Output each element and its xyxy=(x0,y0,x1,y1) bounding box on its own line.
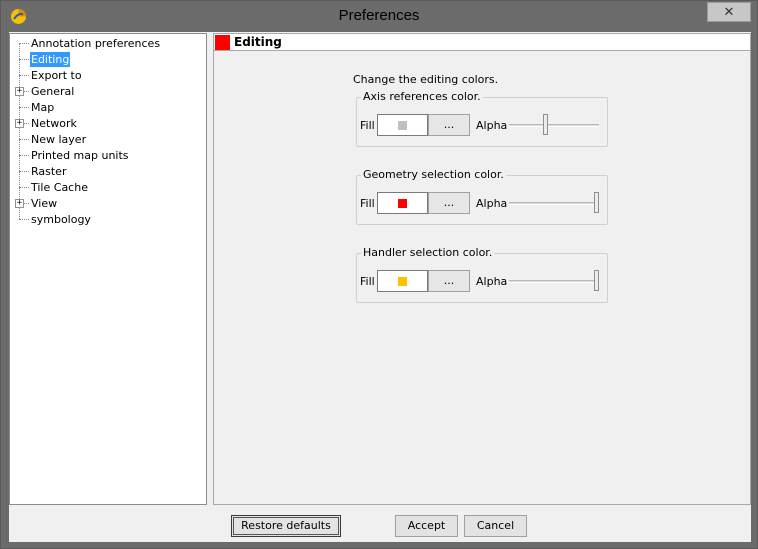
tree-connector xyxy=(19,107,29,108)
alpha-slider[interactable] xyxy=(509,280,599,283)
color-group: Geometry selection color. Fill... Alpha xyxy=(356,168,608,225)
color-preview xyxy=(398,121,407,130)
tree-connector xyxy=(19,59,29,60)
preference-page: Editing Change the editing colors. Axis … xyxy=(213,33,751,505)
tree-item[interactable]: Raster xyxy=(10,164,206,180)
tree-item-label: Map xyxy=(31,101,55,114)
group-title: Geometry selection color. xyxy=(361,168,506,181)
alpha-slider-thumb[interactable] xyxy=(543,114,548,135)
tree-item-label: Export to xyxy=(31,69,82,82)
tree-connector xyxy=(19,187,29,188)
color-group: Axis references color. Fill... Alpha xyxy=(356,90,608,147)
tree-item-label: New layer xyxy=(31,133,87,146)
alpha-label: Alpha xyxy=(476,275,508,288)
tree-item-label: View xyxy=(31,197,58,210)
window-title: Preferences xyxy=(338,7,420,24)
tree-item[interactable]: Editing xyxy=(10,52,206,68)
tree-item-label: symbology xyxy=(31,213,91,226)
close-button[interactable]: ✕ xyxy=(707,2,751,22)
alpha-label: Alpha xyxy=(476,197,508,210)
preferences-tree[interactable]: Annotation preferences Editing Export to + G… xyxy=(9,33,207,505)
fill-color-swatch[interactable] xyxy=(377,114,428,136)
dialog-body: Annotation preferences Editing Export to + G… xyxy=(9,32,751,542)
tree-connector xyxy=(19,155,29,156)
title-bar[interactable]: Preferences ✕ xyxy=(1,1,757,32)
color-preview xyxy=(398,277,407,286)
restore-defaults-button[interactable]: Restore defaults xyxy=(231,515,341,537)
expand-icon[interactable]: + xyxy=(15,119,24,128)
tree-connector xyxy=(19,171,29,172)
alpha-slider[interactable] xyxy=(509,124,599,127)
tree-item-label: Printed map units xyxy=(31,149,129,162)
accept-button[interactable]: Accept xyxy=(395,515,458,537)
alpha-slider-thumb[interactable] xyxy=(594,270,599,291)
fill-label: Fill xyxy=(360,275,375,288)
color-preview xyxy=(398,199,407,208)
choose-color-button[interactable]: ... xyxy=(428,270,470,292)
tree-connector xyxy=(19,139,29,140)
tree-item[interactable]: + Network xyxy=(10,116,206,132)
group-title: Handler selection color. xyxy=(361,246,495,259)
page-header: Editing xyxy=(214,34,750,51)
alpha-slider[interactable] xyxy=(509,202,599,205)
tree-item[interactable]: Printed map units xyxy=(10,148,206,164)
tree-item-label: Network xyxy=(31,117,77,130)
tree-connector xyxy=(19,43,29,44)
fill-label: Fill xyxy=(360,197,375,210)
tree-item[interactable]: Export to xyxy=(10,68,206,84)
fill-color-swatch[interactable] xyxy=(377,192,428,214)
tree-item[interactable]: Annotation preferences xyxy=(10,36,206,52)
alpha-slider-thumb[interactable] xyxy=(594,192,599,213)
tree-connector xyxy=(19,219,29,220)
instructions-text: Change the editing colors. xyxy=(353,73,499,86)
page-header-color-icon xyxy=(215,35,230,50)
tree-item-label: General xyxy=(31,85,75,98)
choose-color-button[interactable]: ... xyxy=(428,114,470,136)
tree-item[interactable]: + View xyxy=(10,196,206,212)
cancel-button[interactable]: Cancel xyxy=(464,515,527,537)
group-title: Axis references color. xyxy=(361,90,483,103)
tree-item[interactable]: symbology xyxy=(10,212,206,228)
tree-connector xyxy=(19,75,29,76)
alpha-label: Alpha xyxy=(476,119,508,132)
tree-item-label: Editing xyxy=(30,52,71,67)
choose-color-button[interactable]: ... xyxy=(428,192,470,214)
expand-icon[interactable]: + xyxy=(15,87,24,96)
tree-item-label: Annotation preferences xyxy=(31,37,161,50)
preferences-window: Preferences ✕ Annotation preferences Edit… xyxy=(0,0,758,549)
page-title: Editing xyxy=(234,35,282,49)
fill-label: Fill xyxy=(360,119,375,132)
tree-item[interactable]: Tile Cache xyxy=(10,180,206,196)
tree-item[interactable]: Map xyxy=(10,100,206,116)
tree-item[interactable]: New layer xyxy=(10,132,206,148)
expand-icon[interactable]: + xyxy=(15,199,24,208)
tree-item[interactable]: + General xyxy=(10,84,206,100)
close-icon: ✕ xyxy=(723,5,735,20)
color-group: Handler selection color. Fill... Alpha xyxy=(356,246,608,303)
tree-item-label: Tile Cache xyxy=(31,181,88,194)
tree-item-label: Raster xyxy=(31,165,67,178)
fill-color-swatch[interactable] xyxy=(377,270,428,292)
